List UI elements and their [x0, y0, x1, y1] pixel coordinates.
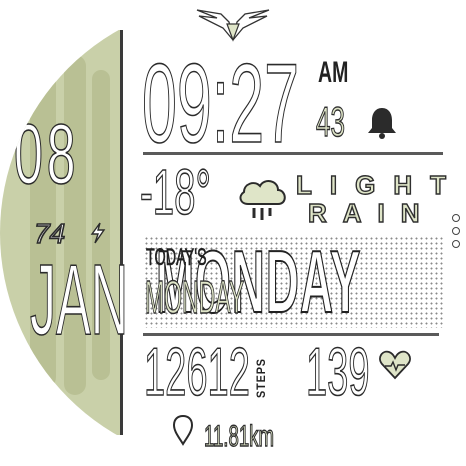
am-pm: AM: [318, 56, 349, 89]
distance-value: 11.81km: [204, 419, 275, 453]
logo: [193, 6, 273, 46]
steps-value: 12612: [144, 334, 251, 410]
cloud-rain-icon: [239, 180, 286, 220]
month: JAN: [30, 244, 129, 356]
day-name: MONDAY: [145, 270, 245, 323]
heart-icon: [379, 350, 411, 380]
time-hours: 09: [142, 41, 213, 166]
weather-condition-line2: RAIN: [307, 197, 436, 228]
lightning-icon: [90, 222, 106, 244]
temperature-value: -18: [140, 156, 196, 228]
location-pin-icon: [172, 414, 194, 446]
time-separator: :: [211, 41, 230, 166]
time-minutes: 27: [229, 41, 300, 166]
weather-condition-line1: LIGHT: [295, 169, 464, 200]
day-label: TODAY'S: [146, 244, 207, 272]
notification-count: 43: [316, 97, 346, 145]
time-display: 09:27: [142, 47, 300, 161]
watch-face: 08 74 JAN 09:27 AM 43 -18° LIGHT RAIN MO…: [0, 0, 466, 466]
winged-emblem-icon: [196, 9, 270, 42]
temperature-unit: °: [195, 156, 211, 228]
bell-icon: [368, 108, 396, 139]
heart-rate-value: 139: [306, 334, 370, 410]
divider-1: [143, 152, 443, 155]
day-number: 08: [14, 107, 80, 201]
temperature: -18°: [140, 159, 212, 225]
dots-indicator-icon: [452, 214, 462, 252]
steps-label: STEPS: [254, 358, 268, 398]
